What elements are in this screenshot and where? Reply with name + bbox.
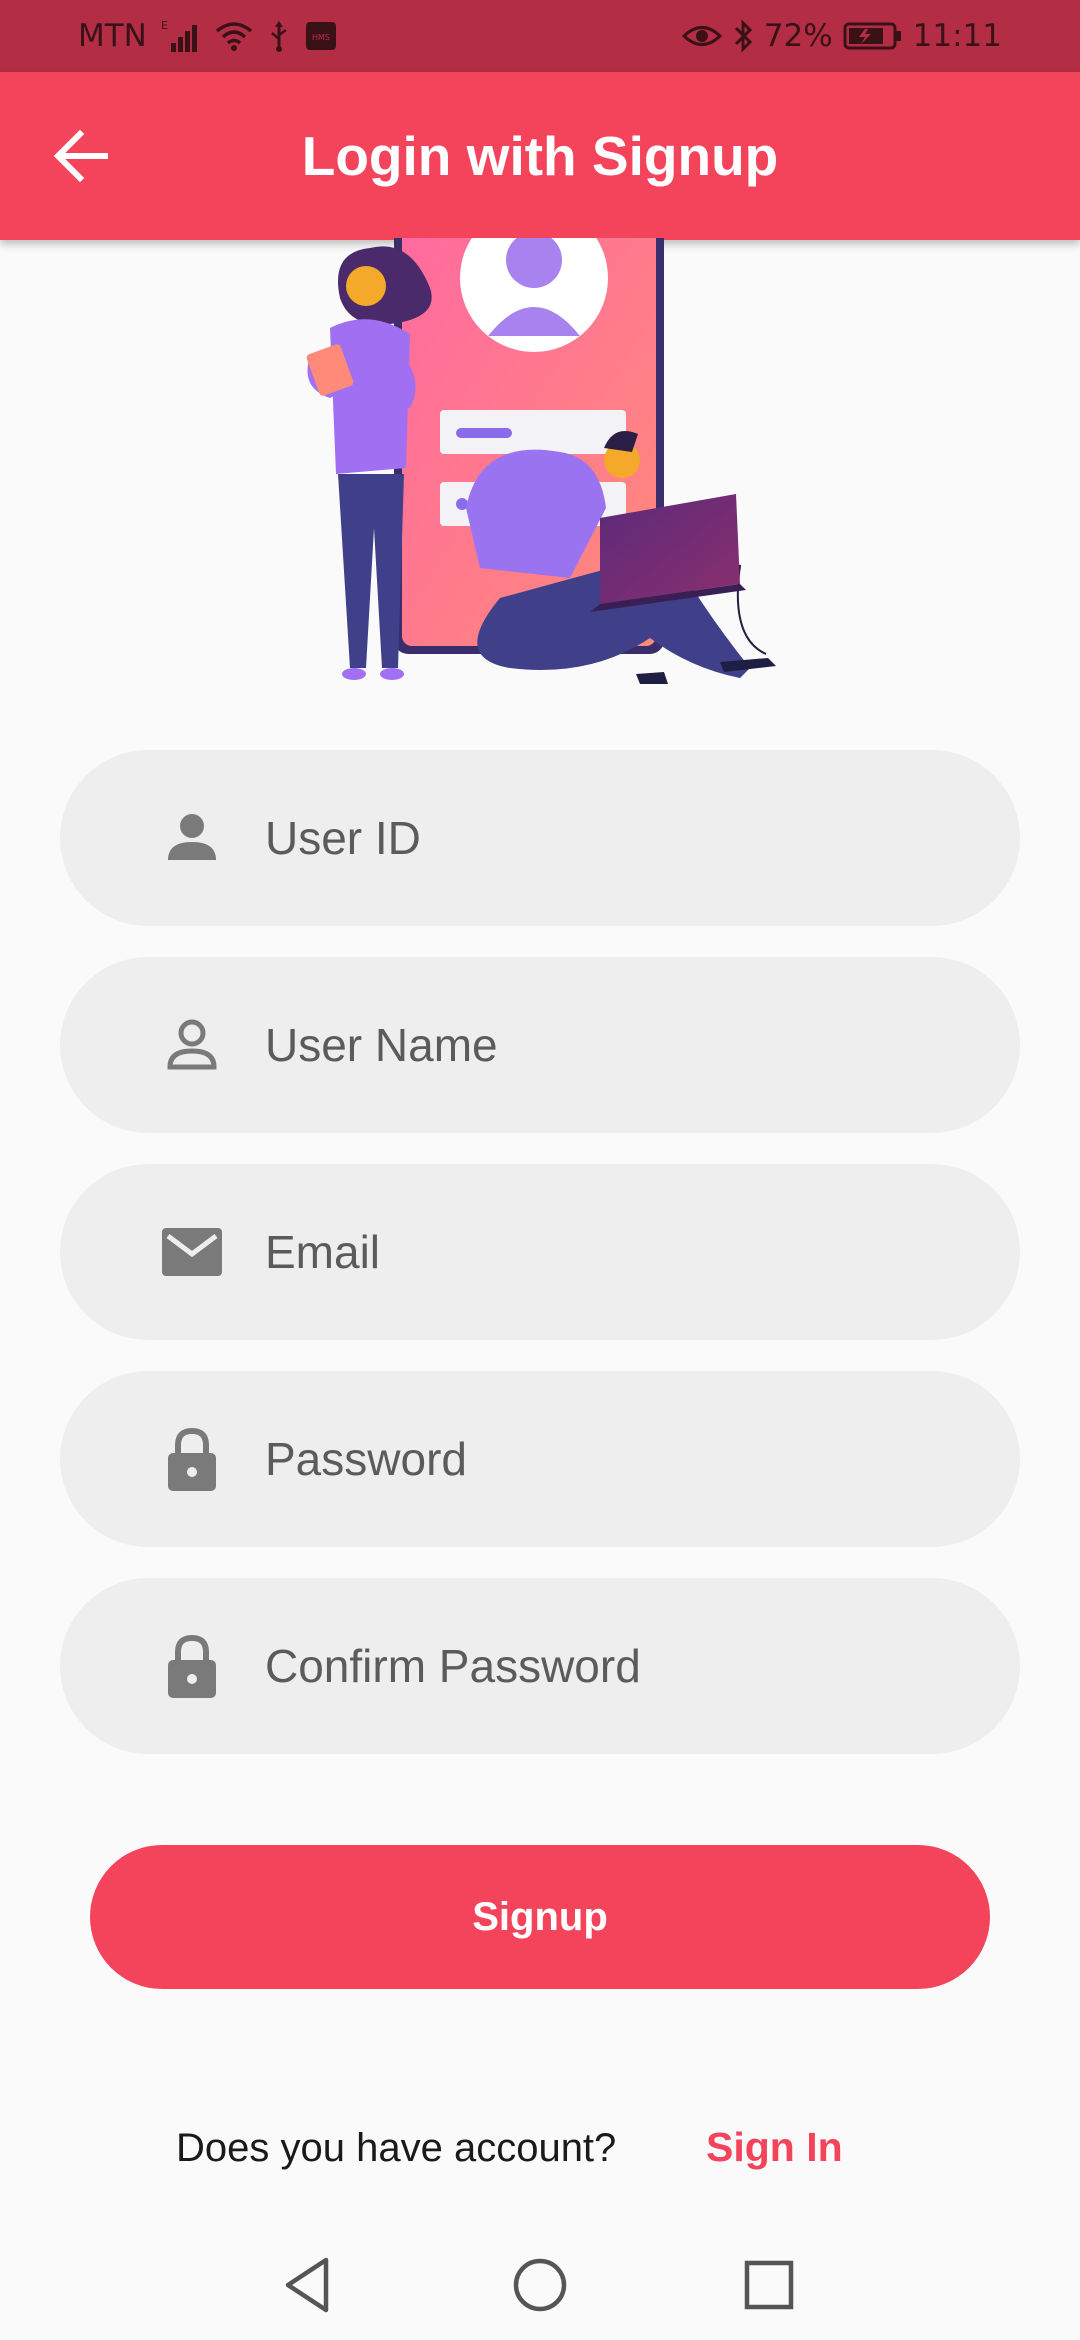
user-name-input[interactable] [265,957,965,1133]
lock-icon [168,1427,216,1491]
eye-icon [681,26,722,46]
bluetooth-icon [734,19,752,53]
wifi-icon [215,22,252,51]
confirm-password-field[interactable] [60,1578,1020,1754]
svg-text:HMS: HMS [312,33,330,42]
system-nav-bar [0,2230,1080,2340]
account-question: Does you have account? [176,2126,617,2170]
signup-illustration [306,238,776,684]
nav-home-button[interactable] [507,2252,573,2318]
recents-square-icon [744,2260,794,2310]
user-name-field[interactable] [60,957,1020,1133]
person-outline-icon [167,1019,217,1070]
email-field[interactable] [60,1164,1020,1340]
man-figure [466,431,776,684]
status-bar: MTN E HMS 72% 11:11 [0,0,1080,72]
svg-text:E: E [161,19,168,32]
sign-in-link[interactable]: Sign In [706,2124,843,2171]
back-triangle-icon [285,2257,329,2313]
battery-icon [843,22,901,50]
person-filled-icon [168,814,216,860]
mail-icon [162,1228,222,1276]
signup-button[interactable]: Signup [90,1845,990,1989]
carrier-label: MTN [78,18,147,54]
home-circle-icon [513,2258,567,2312]
app-bar: Login with Signup [0,72,1080,240]
signin-prompt: Does you have account? Sign In [0,2120,1080,2180]
user-id-input[interactable] [265,750,965,926]
email-input[interactable] [265,1164,965,1340]
nav-back-button[interactable] [276,2252,342,2318]
password-input[interactable] [265,1371,965,1547]
user-id-field[interactable] [60,750,1020,926]
nav-recents-button[interactable] [736,2252,802,2318]
hms-icon: HMS [305,22,336,50]
password-field[interactable] [60,1371,1020,1547]
usb-icon [271,21,287,52]
lock-icon [168,1634,216,1698]
battery-percent: 72% [763,18,833,54]
clock: 11:11 [912,18,1002,54]
signal-icon: E [161,19,197,52]
page-title: Login with Signup [301,125,779,187]
confirm-password-input[interactable] [265,1578,965,1754]
signup-screen: MTN E HMS 72% 11:11 Login with Signup Us… [0,0,1080,2340]
